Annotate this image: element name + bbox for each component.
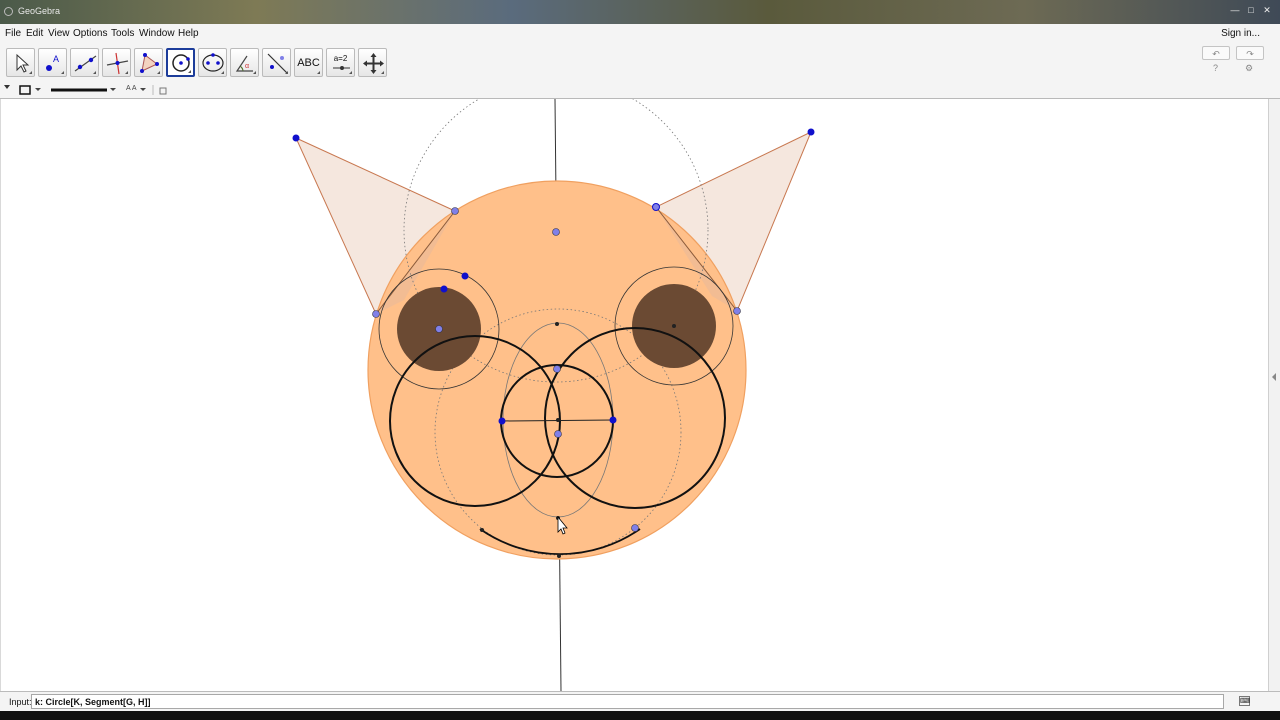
chevron-down-icon — [140, 88, 146, 91]
menu-help[interactable]: Help — [178, 28, 199, 39]
style-bar: A A — [0, 82, 1280, 99]
close-button[interactable]: ✕ — [1260, 5, 1274, 16]
style-bar-controls — [4, 85, 167, 95]
settings-icon[interactable]: ⚙ — [1245, 63, 1253, 74]
font-size-label[interactable]: A A — [126, 85, 137, 92]
menu-edit[interactable]: Edit — [26, 28, 43, 39]
window-title: GeoGebra — [18, 6, 61, 16]
ellipse-tool-button[interactable] — [198, 48, 227, 77]
text-icon: ABC — [297, 57, 320, 69]
menu-bar: File Edit View Options Tools Window Help… — [0, 24, 1280, 44]
construction-drawing[interactable] — [1, 99, 1268, 691]
menu-file[interactable]: File — [5, 28, 21, 39]
minimize-button[interactable]: — — [1228, 5, 1242, 16]
svg-text:A: A — [53, 54, 59, 64]
right-panel-strip[interactable] — [1268, 99, 1280, 691]
angle-tool-button[interactable]: α — [230, 48, 259, 77]
slider-tool-button[interactable]: a=2 — [326, 48, 355, 77]
color-swatch-icon — [19, 85, 31, 95]
input-bar: Input: k: Circle[K, Segment[G, H]] ⌨ — [0, 691, 1280, 711]
circle-icon — [172, 54, 190, 72]
move-graphics-tool-button[interactable] — [358, 48, 387, 77]
virtual-keyboard-icon[interactable]: ⌨ — [1239, 696, 1250, 706]
reflect-tool-button[interactable] — [262, 48, 291, 77]
sign-in-link[interactable]: Sign in... — [1221, 28, 1260, 39]
graphics-view[interactable] — [1, 99, 1268, 691]
lock-icon — [159, 87, 167, 95]
help-icon[interactable]: ? — [1213, 63, 1218, 73]
chevron-down-icon — [110, 88, 116, 91]
maximize-button[interactable]: □ — [1244, 5, 1258, 16]
svg-text:α: α — [245, 63, 249, 70]
input-field[interactable]: k: Circle[K, Segment[G, H]] — [31, 694, 1224, 709]
redo-button[interactable]: ↷ — [1236, 46, 1264, 60]
circle-tool-button[interactable] — [166, 48, 195, 77]
line-tool-button[interactable] — [70, 48, 99, 77]
point-tool-button[interactable]: A — [38, 48, 67, 77]
perpendicular-line-tool-button[interactable] — [102, 48, 131, 77]
title-bar: GeoGebra — □ ✕ — [0, 0, 1280, 24]
geogebra-app-icon — [4, 7, 13, 16]
text-tool-button[interactable]: ABC — [294, 48, 323, 77]
move-tool-button[interactable] — [6, 48, 35, 77]
menu-tools[interactable]: Tools — [111, 28, 134, 39]
bottom-edge — [0, 711, 1280, 720]
collapse-stylebar-icon — [4, 85, 10, 89]
chevron-down-icon — [35, 88, 41, 91]
toolbar: A α ABC a=2 ↶ ↷ ? ⚙ — [0, 44, 1280, 82]
expand-panel-icon[interactable] — [1269, 99, 1280, 691]
undo-button[interactable]: ↶ — [1202, 46, 1230, 60]
menu-options[interactable]: Options — [73, 28, 107, 39]
menu-window[interactable]: Window — [139, 28, 175, 39]
polygon-tool-button[interactable] — [134, 48, 163, 77]
input-label: Input: — [9, 697, 32, 707]
menu-view[interactable]: View — [48, 28, 70, 39]
